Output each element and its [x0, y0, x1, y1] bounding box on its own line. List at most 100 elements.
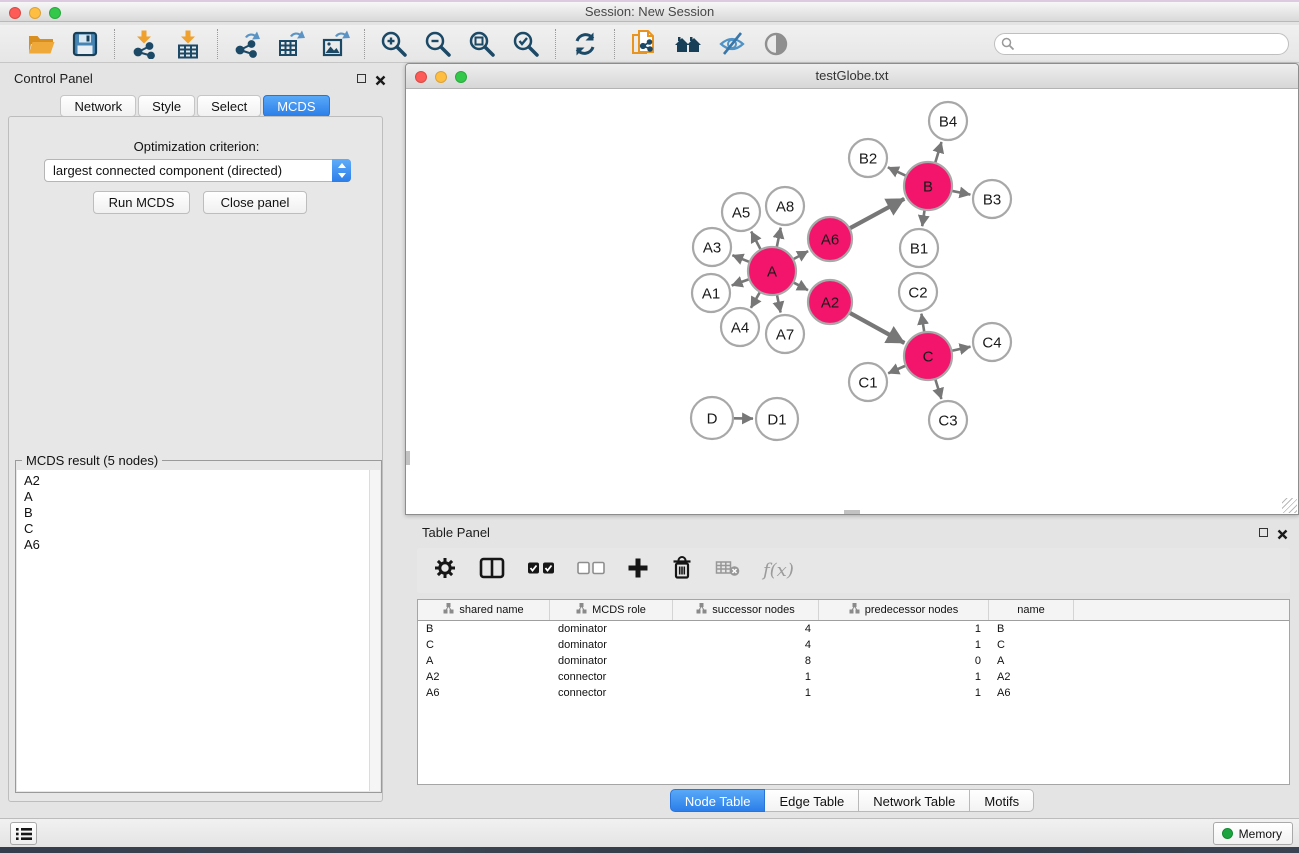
network-edge-A-A7[interactable]	[777, 295, 781, 313]
network-edge-B-B4[interactable]	[935, 142, 941, 163]
float-panel-icon[interactable]	[357, 72, 370, 85]
zoom-out-icon[interactable]	[423, 29, 453, 59]
import-table-icon[interactable]	[173, 29, 203, 59]
network-node-A3[interactable]: A3	[693, 228, 731, 266]
table-row[interactable]: Cdominator41C	[418, 637, 1289, 653]
float-table-panel-icon[interactable]	[1259, 526, 1272, 539]
close-panel-icon[interactable]	[375, 73, 388, 86]
save-session-icon[interactable]	[70, 29, 100, 59]
network-node-B2[interactable]: B2	[849, 139, 887, 177]
network-edge-A-A5[interactable]	[751, 232, 761, 250]
new-network-from-selection-icon[interactable]	[629, 29, 659, 59]
criterion-select[interactable]: largest connected component (directed)	[44, 159, 351, 182]
svg-text:A4: A4	[731, 320, 749, 337]
open-file-icon[interactable]	[26, 29, 56, 59]
network-node-A7[interactable]: A7	[766, 315, 804, 353]
network-node-D1[interactable]: D1	[756, 398, 798, 440]
network-node-C1[interactable]: C1	[849, 363, 887, 401]
mcds-result-item[interactable]: A	[24, 489, 369, 505]
tab-style[interactable]: Style	[138, 95, 195, 117]
network-edge-A6-B[interactable]	[849, 199, 904, 229]
tab-network[interactable]: Network	[60, 95, 136, 117]
export-image-icon[interactable]	[320, 29, 350, 59]
export-network-icon[interactable]	[232, 29, 262, 59]
network-edge-A-A3[interactable]	[732, 255, 749, 262]
table-row[interactable]: Adominator80A	[418, 653, 1289, 669]
run-mcds-button[interactable]: Run MCDS	[93, 191, 190, 214]
network-node-A4[interactable]: A4	[721, 308, 759, 346]
network-node-A8[interactable]: A8	[766, 187, 804, 225]
network-node-A[interactable]: A	[748, 247, 796, 295]
delete-row-icon[interactable]	[671, 556, 693, 585]
network-node-B1[interactable]: B1	[900, 229, 938, 267]
network-edge-A-A4[interactable]	[751, 292, 760, 308]
refresh-layout-icon[interactable]	[570, 29, 600, 59]
network-node-C[interactable]: C	[904, 332, 952, 380]
task-history-button[interactable]	[10, 822, 37, 845]
tab-motifs[interactable]: Motifs	[970, 789, 1034, 812]
import-network-icon[interactable]	[129, 29, 159, 59]
network-node-B3[interactable]: B3	[973, 180, 1011, 218]
network-edge-C-C4[interactable]	[951, 347, 970, 351]
network-vertical-scrollbar[interactable]	[406, 451, 410, 465]
mcds-result-item[interactable]: A6	[24, 537, 369, 553]
column-header-successor-nodes[interactable]: successor nodes	[673, 600, 819, 620]
network-edge-C-C3[interactable]	[935, 379, 941, 399]
column-header-shared-name[interactable]: shared name	[418, 600, 550, 620]
table-row[interactable]: Bdominator41B	[418, 621, 1289, 637]
network-edge-B-B3[interactable]	[952, 191, 971, 195]
network-horizontal-scrollbar[interactable]	[844, 510, 860, 514]
close-panel-button[interactable]: Close panel	[203, 191, 307, 214]
network-node-A6[interactable]: A6	[808, 217, 852, 261]
home-icon[interactable]	[673, 29, 703, 59]
table-row[interactable]: A2connector11A2	[418, 669, 1289, 685]
network-node-D[interactable]: D	[691, 397, 733, 439]
network-edge-A-A6[interactable]	[793, 251, 808, 259]
network-edge-C-C2[interactable]	[921, 314, 924, 333]
select-all-icon[interactable]	[527, 560, 555, 581]
tab-mcds[interactable]: MCDS	[263, 95, 329, 117]
search-input[interactable]	[994, 33, 1289, 55]
column-header-MCDS-role[interactable]: MCDS role	[550, 600, 673, 620]
add-row-icon[interactable]	[627, 557, 649, 584]
network-node-B4[interactable]: B4	[929, 102, 967, 140]
network-edge-A-A8[interactable]	[777, 228, 781, 248]
mcds-result-item[interactable]: A2	[24, 473, 369, 489]
column-header-predecessor-nodes[interactable]: predecessor nodes	[819, 600, 989, 620]
split-view-icon[interactable]	[479, 556, 505, 585]
network-edge-A-A2[interactable]	[793, 282, 808, 290]
network-canvas[interactable]: A A1 A2 A3 A4 A5 A6 A7 A8 B B1 B2 B3 B4 C C1 C2 C3 C4 D D1	[406, 89, 1298, 514]
network-node-A2[interactable]: A2	[808, 280, 852, 324]
mcds-result-item[interactable]: C	[24, 521, 369, 537]
deselect-all-icon[interactable]	[577, 560, 605, 581]
mcds-result-scrollbar[interactable]	[369, 470, 380, 791]
mcds-result-item[interactable]: B	[24, 505, 369, 521]
tab-node-table[interactable]: Node Table	[670, 789, 766, 812]
network-edge-A-A1[interactable]	[732, 279, 750, 285]
network-edge-B-B1[interactable]	[922, 210, 924, 226]
column-header-name[interactable]: name	[989, 600, 1074, 620]
network-node-B[interactable]: B	[904, 162, 952, 210]
tab-network-table[interactable]: Network Table	[859, 789, 970, 812]
network-edge-B-B2[interactable]	[888, 167, 906, 176]
close-table-panel-icon[interactable]	[1277, 527, 1290, 540]
network-node-C2[interactable]: C2	[899, 273, 937, 311]
zoom-fit-icon[interactable]	[467, 29, 497, 59]
export-table-icon[interactable]	[276, 29, 306, 59]
window-resize-grip[interactable]	[1282, 498, 1297, 513]
network-node-C4[interactable]: C4	[973, 323, 1011, 361]
network-edge-C-C1[interactable]	[888, 366, 906, 374]
hide-graphics-details-icon[interactable]	[717, 29, 747, 59]
settings-gear-icon[interactable]	[433, 556, 457, 585]
memory-button[interactable]: Memory	[1213, 822, 1293, 845]
tab-edge-table[interactable]: Edge Table	[765, 789, 859, 812]
zoom-in-icon[interactable]	[379, 29, 409, 59]
tab-select[interactable]: Select	[197, 95, 261, 117]
table-row[interactable]: A6connector11A6	[418, 685, 1289, 701]
network-node-A1[interactable]: A1	[692, 274, 730, 312]
show-graphics-details-icon[interactable]	[761, 29, 791, 59]
network-node-A5[interactable]: A5	[722, 193, 760, 231]
zoom-selected-icon[interactable]	[511, 29, 541, 59]
network-node-C3[interactable]: C3	[929, 401, 967, 439]
network-edge-A2-C[interactable]	[849, 313, 904, 343]
